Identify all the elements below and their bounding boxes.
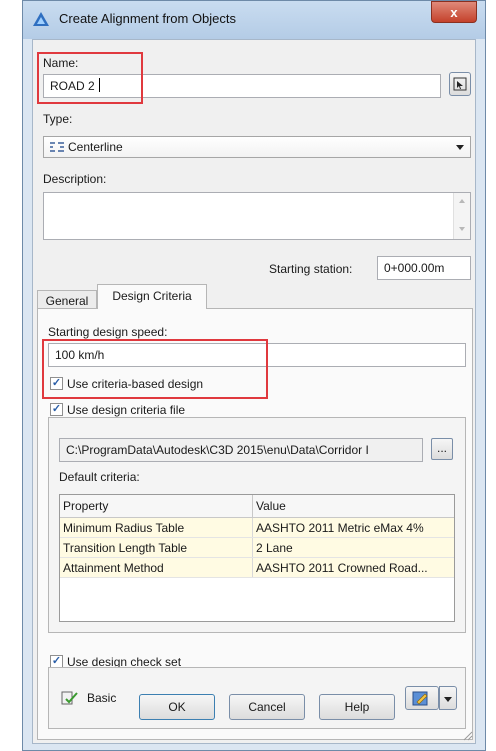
table-cell-property: Transition Length Table [60,537,253,558]
table-cell-property: Minimum Radius Table [60,517,253,538]
scroll-up-icon[interactable] [459,199,465,203]
table-row[interactable]: Attainment Method AASHTO 2011 Crowned Ro… [60,557,454,578]
starting-station-value: 0+000.00m [384,261,445,275]
table-cell-value[interactable]: AASHTO 2011 Crowned Road... [252,557,454,578]
description-label: Description: [43,172,107,186]
ellipsis-icon: ... [436,441,447,455]
centerline-icon [50,142,64,152]
chevron-down-icon [456,145,464,150]
tab-general-label: General [45,294,89,308]
scroll-down-icon[interactable] [459,227,465,231]
help-button[interactable]: Help [319,694,395,720]
pick-name-button[interactable] [449,72,471,96]
criteria-table-frame: Property Value Minimum Radius Table AASH… [59,494,455,622]
criteria-file-group: C:\ProgramData\Autodesk\C3D 2015\enu\Dat… [48,417,466,633]
browse-file-button[interactable]: ... [431,438,453,460]
tab-design-criteria-label: Design Criteria [112,289,192,303]
name-highlight-box [37,52,143,104]
criteria-file-path[interactable]: C:\ProgramData\Autodesk\C3D 2015\enu\Dat… [59,438,423,462]
edit-check-set-icon [412,691,428,706]
use-file-label: Use design criteria file [67,403,186,417]
cancel-button[interactable]: Cancel [229,694,305,720]
table-cell-property: Attainment Method [60,557,253,578]
check-set-value: Basic [87,691,117,705]
tab-general[interactable]: General [37,290,97,310]
starting-station-input[interactable]: 0+000.00m [377,256,471,280]
check-set-icon [61,691,78,705]
title-bar[interactable]: Create Alignment from Objects x [23,1,485,39]
dialog-client-area: Name: ROAD 2 Type: Centerline Descriptio… [32,39,476,744]
speed-label: Starting design speed: [48,325,168,339]
use-file-checkbox[interactable]: ✓ [50,403,63,416]
close-button[interactable]: x [431,1,477,23]
description-scrollbar[interactable] [453,193,470,239]
tab-design-criteria[interactable]: Design Criteria [97,284,207,309]
pick-from-drawing-icon [453,77,467,91]
table-row[interactable]: Minimum Radius Table AASHTO 2011 Metric … [60,517,454,538]
dialog-window: Create Alignment from Objects x Name: RO… [22,0,486,751]
default-criteria-label: Default criteria: [59,470,140,484]
criteria-file-path-value: C:\ProgramData\Autodesk\C3D 2015\enu\Dat… [66,443,369,457]
table-cell-value[interactable]: 2 Lane [252,537,454,558]
edit-check-set-button[interactable] [405,686,439,710]
criteria-highlight-box [42,339,268,399]
table-cell-value[interactable]: AASHTO 2011 Metric eMax 4% [252,517,454,538]
column-header-property[interactable]: Property [60,495,253,518]
type-label: Type: [43,112,73,126]
starting-station-label: Starting station: [269,262,353,276]
criteria-table: Property Value Minimum Radius Table AASH… [60,495,454,578]
column-header-value[interactable]: Value [252,495,454,518]
window-title: Create Alignment from Objects [59,11,237,26]
resize-grip-icon[interactable] [461,729,473,741]
description-input[interactable] [43,192,471,240]
type-value: Centerline [68,140,123,154]
design-criteria-panel: Starting design speed: 100 km/h ✓ Use cr… [37,308,473,740]
table-row[interactable]: Transition Length Table 2 Lane [60,537,454,558]
chevron-down-icon [444,697,452,702]
ok-button[interactable]: OK [139,694,215,720]
check-set-menu-button[interactable] [439,686,457,710]
type-dropdown[interactable]: Centerline [43,136,471,158]
civil3d-app-icon [33,12,49,26]
table-header-row: Property Value [60,495,454,518]
